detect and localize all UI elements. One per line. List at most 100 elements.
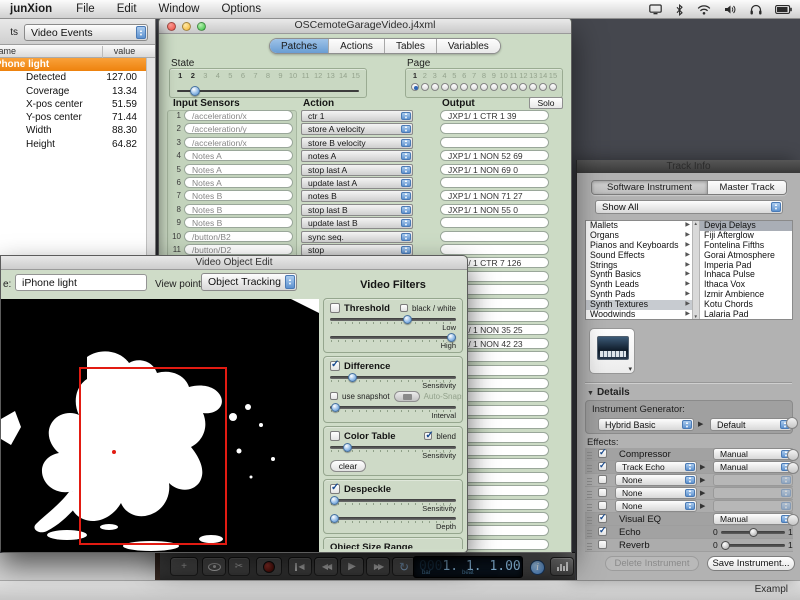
menu-edit[interactable]: Edit [117,3,137,15]
page-radio[interactable] [441,83,449,91]
effect-select-dropdown[interactable]: None [615,487,697,499]
state-number[interactable]: 13 [324,71,337,80]
action-dropdown[interactable]: notes A [301,150,413,162]
patch-window-titlebar[interactable]: OSCemoteGarageVideo.j4xml [159,18,571,34]
output-field[interactable] [440,137,549,148]
input-sensor-field[interactable]: Notes A [184,164,293,175]
disclosure-arrow-icon[interactable]: ▶ [700,463,705,471]
tab-variables[interactable]: Variables [437,39,500,53]
wifi-icon[interactable] [697,5,711,15]
effect-preset-dropdown[interactable]: Manual [713,448,793,460]
page-radio[interactable] [519,83,527,91]
blend-checkbox[interactable] [424,432,432,440]
headphones-icon[interactable] [750,4,762,15]
page-radio[interactable] [500,83,508,91]
video-preview[interactable] [1,299,319,552]
page-radio[interactable] [411,83,419,91]
page-radio[interactable] [490,83,498,91]
disclosure-arrow-icon[interactable]: ▶ [700,502,705,510]
edit-button[interactable] [787,462,799,474]
page-radio[interactable] [460,83,468,91]
effect-enable-checkbox[interactable] [598,514,607,523]
output-field[interactable] [440,231,549,242]
event-row[interactable]: Detected127.00 [0,71,155,84]
state-number[interactable]: 4 [212,71,225,80]
show-all-dropdown[interactable]: Show All [595,200,783,214]
edit-button[interactable] [787,514,799,526]
effect-preset-dropdown[interactable]: Manual [713,461,793,473]
threshold-high-slider[interactable] [330,333,456,342]
page-radio[interactable] [510,83,518,91]
page-radio[interactable] [421,83,429,91]
video-window-titlebar[interactable]: Video Object Edit [1,256,467,270]
output-field[interactable] [440,123,549,134]
color-table-checkbox[interactable] [330,431,340,441]
close-icon[interactable] [167,22,176,31]
effect-enable-checkbox[interactable] [598,488,607,497]
state-number[interactable]: 12 [312,71,325,80]
action-dropdown[interactable]: ctr 1 [301,110,413,122]
effect-enable-checkbox[interactable] [598,501,607,510]
action-dropdown[interactable]: notes B [301,190,413,202]
interval-slider[interactable] [330,403,456,412]
page-radio[interactable] [529,83,537,91]
event-row[interactable]: Height64.82 [0,138,155,151]
state-number[interactable]: 3 [199,71,212,80]
state-number[interactable]: 9 [274,71,287,80]
input-sensor-field[interactable]: /acceleration/x [184,137,293,148]
tab-tables[interactable]: Tables [385,39,437,53]
action-dropdown[interactable]: store A velocity [301,123,413,135]
output-field[interactable]: JXP1/ 1 NON 55 0 [440,204,549,215]
disclosure-arrow-icon[interactable]: ▶ [698,420,703,428]
input-sensor-field[interactable]: /acceleration/x [184,110,293,121]
page-radio[interactable] [480,83,488,91]
black-white-checkbox[interactable] [400,304,408,312]
tab-master-track[interactable]: Master Track [708,181,786,194]
effect-preset-dropdown[interactable]: Manual [713,513,793,525]
output-field[interactable] [440,177,549,188]
difference-sensitivity-slider[interactable] [330,373,456,382]
details-disclosure[interactable]: ▼Details [587,387,630,398]
battery-icon[interactable] [775,5,792,14]
zoom-icon[interactable] [197,22,206,31]
viewpoint-dropdown[interactable]: Object Tracking [201,273,297,291]
drag-handle-icon[interactable] [587,450,592,459]
effect-amount-slider[interactable] [721,531,785,534]
name-column-header[interactable]: Name [0,46,16,56]
effect-enable-checkbox[interactable] [598,449,607,458]
category-item[interactable]: Woodwinds▶ [586,310,692,319]
state-slider[interactable] [177,86,359,97]
output-field[interactable] [440,217,549,228]
drag-handle-icon[interactable] [587,528,592,537]
display-icon[interactable] [649,4,662,15]
cut-button[interactable]: ✂ [228,557,250,576]
drag-handle-icon[interactable] [587,515,592,524]
despeckle-checkbox[interactable] [330,484,340,494]
state-number[interactable]: 11 [299,71,312,80]
state-number[interactable]: 1 [174,71,187,80]
disclosure-arrow-icon[interactable]: ▶ [700,476,705,484]
difference-checkbox[interactable] [330,361,340,371]
solo-button[interactable]: Solo [529,97,563,109]
event-row[interactable]: iPhone light [0,58,155,71]
page-radio[interactable] [431,83,439,91]
effect-amount-slider[interactable] [721,544,785,547]
state-number[interactable]: 6 [237,71,250,80]
disclosure-arrow-icon[interactable]: ▶ [700,489,705,497]
drag-handle-icon[interactable] [587,463,592,472]
page-radio[interactable] [450,83,458,91]
menu-window[interactable]: Window [159,3,200,15]
state-slider-handle[interactable] [190,86,200,96]
effect-enable-checkbox[interactable] [598,475,607,484]
record-button[interactable] [256,557,282,576]
output-field[interactable]: JXP1/ 1 NON 52 69 [440,150,549,161]
minimize-icon[interactable] [182,22,191,31]
event-row[interactable]: Y-pos center71.44 [0,111,155,124]
action-dropdown[interactable]: stop last B [301,204,413,216]
menu-options[interactable]: Options [221,3,261,15]
state-number[interactable]: 7 [249,71,262,80]
event-row[interactable]: X-pos center51.59 [0,98,155,111]
effect-enable-checkbox[interactable] [598,527,607,536]
state-number[interactable]: 14 [337,71,350,80]
tab-actions[interactable]: Actions [329,39,385,53]
